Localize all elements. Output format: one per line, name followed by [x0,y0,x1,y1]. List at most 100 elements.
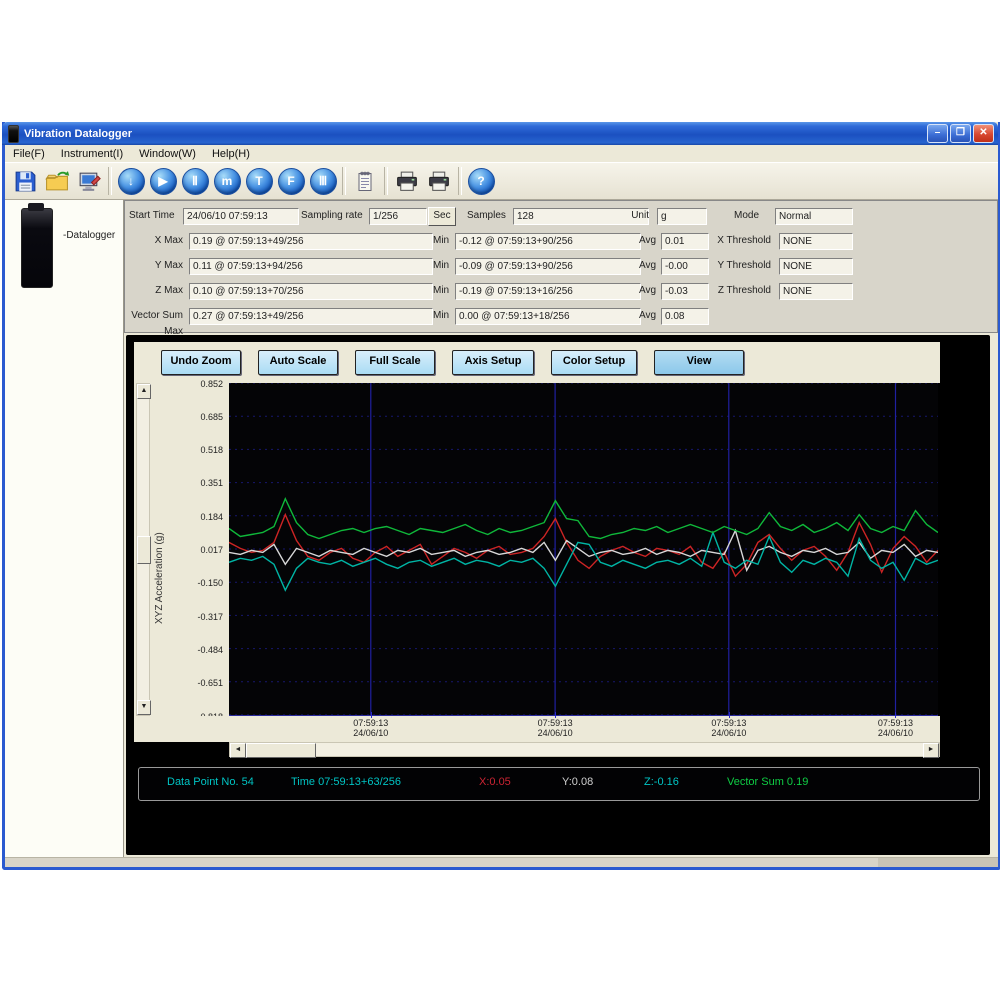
print-button[interactable] [391,165,423,197]
trace-x [229,515,938,577]
menu-item-window[interactable]: Window(W) [131,148,204,160]
horizontal-scrollbar[interactable]: ◄ ► [229,742,940,757]
min-field-0[interactable]: -0.12 @ 07:59:13+90/256 [455,233,641,250]
motion-mode-icon: m [214,168,241,195]
sidebar-item-datalogger[interactable]: -Datalogger [63,230,115,241]
sampling-rate-field[interactable]: 1/256 [369,208,427,225]
unit-field[interactable]: g [657,208,707,225]
threshold-field-0[interactable]: NONE [779,233,853,250]
min-field-3[interactable]: 0.00 @ 07:59:13+18/256 [455,308,641,325]
x-tick-mark [371,712,372,718]
chart-button-auto-scale[interactable]: Auto Scale [258,350,338,375]
menu-item-file[interactable]: File(F) [5,148,53,160]
y-tick-label: 0.685 [177,412,223,422]
max-field-3[interactable]: 0.27 @ 07:59:13+49/256 [189,308,433,325]
row-label-0: X Max [127,233,183,249]
maximize-button[interactable]: ❐ [950,124,971,143]
toolbar-separator [458,167,462,195]
y-tick-label: 0.852 [177,379,223,389]
horizontal-scroll-thumb[interactable] [246,743,316,758]
avg-field-1[interactable]: -0.00 [661,258,709,275]
cursor-z-value: Z:-0.16 [644,776,679,788]
help-button[interactable]: ? [465,165,497,197]
menu-item-instrument[interactable]: Instrument(I) [53,148,131,160]
avg-field-2[interactable]: -0.03 [661,283,709,300]
start-time-field[interactable]: 24/06/10 07:59:13 [183,208,299,225]
frequency-domain-button[interactable]: F [275,165,307,197]
mode-field[interactable]: Normal [775,208,853,225]
frequency-domain-icon: F [278,168,305,195]
x-axis-area: 07:59:1324/06/1007:59:1324/06/1007:59:13… [134,716,940,742]
menu-item-help[interactable]: Help(H) [204,148,258,160]
notes-icon [353,169,377,194]
print-preview-icon [426,169,452,194]
chart-button-color-setup[interactable]: Color Setup [551,350,637,375]
chart-button-full-scale[interactable]: Full Scale [355,350,435,375]
row-label-1: Y Max [127,258,183,274]
chart-button-undo-zoom[interactable]: Undo Zoom [161,350,241,375]
scroll-down-arrow-icon[interactable]: ▼ [137,700,151,715]
avg-label-1: Avg [639,258,656,274]
close-button[interactable]: ✕ [973,124,994,143]
plot-area[interactable] [229,383,938,716]
row-label-3: Vector Sum Max [127,308,183,324]
x-tick-mark [729,712,730,718]
window-title: Vibration Datalogger [24,128,132,140]
cursor-time: Time 07:59:13+63/256 [291,776,401,788]
instrument-setup-icon [77,169,102,194]
vertical-scroll-thumb[interactable] [137,536,151,564]
x-tick-mark [555,712,556,718]
instrument-setup-button[interactable] [73,165,105,197]
toolbar-separator [342,167,346,195]
min-field-1[interactable]: -0.09 @ 07:59:13+90/256 [455,258,641,275]
min-field-2[interactable]: -0.19 @ 07:59:13+16/256 [455,283,641,300]
minimize-button[interactable]: – [927,124,948,143]
pause-icon: Ⅱ [182,168,209,195]
download-data-button[interactable]: ↓ [115,165,147,197]
notes-button[interactable] [349,165,381,197]
print-preview-button[interactable] [423,165,455,197]
y-tick-label: 0.518 [177,445,223,455]
threshold-field-1[interactable]: NONE [779,258,853,275]
open-file-icon [44,169,70,194]
vertical-scrollbar[interactable]: ▲ ▼ [136,383,150,716]
y-tick-label: -0.317 [177,612,223,622]
y-tick-label: -0.651 [177,678,223,688]
open-file-button[interactable] [41,165,73,197]
threshold-label-2: Z Threshold [707,283,771,299]
realtime-mode-button[interactable]: Ⅲ [307,165,339,197]
chart-button-view[interactable]: View [654,350,744,375]
sampling-unit-button[interactable]: Sec [428,207,456,226]
save-button[interactable] [9,165,41,197]
save-icon [13,169,38,194]
chart-panel: Undo Zoom Auto Scale Full Scale Axis Setup C… [126,335,990,855]
scroll-right-arrow-icon[interactable]: ► [923,743,939,758]
play-button[interactable]: ▶ [147,165,179,197]
title-bar: Vibration Datalogger –❐✕ [2,122,998,145]
cursor-y-value: Y:0.08 [562,776,593,788]
avg-field-3[interactable]: 0.08 [661,308,709,325]
toolbar-separator [108,167,112,195]
max-field-2[interactable]: 0.10 @ 07:59:13+70/256 [189,283,433,300]
min-label-0: Min [433,233,449,249]
y-axis-title: XYZ Acceleration (g) [154,478,165,678]
avg-label-0: Avg [639,233,656,249]
scroll-left-arrow-icon[interactable]: ◄ [230,743,246,758]
motion-mode-button[interactable]: m [211,165,243,197]
scroll-up-arrow-icon[interactable]: ▲ [137,384,151,399]
toolbar-separator [384,167,388,195]
toolbar: ↓▶ⅡmTFⅢ? [5,162,998,200]
max-field-0[interactable]: 0.19 @ 07:59:13+49/256 [189,233,433,250]
window-status-strip [5,857,998,867]
pause-button[interactable]: Ⅱ [179,165,211,197]
avg-field-0[interactable]: 0.01 [661,233,709,250]
download-data-icon: ↓ [118,168,145,195]
time-domain-button[interactable]: T [243,165,275,197]
threshold-field-2[interactable]: NONE [779,283,853,300]
max-field-1[interactable]: 0.11 @ 07:59:13+94/256 [189,258,433,275]
unit-label: Unit [621,208,649,224]
y-tick-label: 0.017 [177,545,223,555]
play-icon: ▶ [150,168,177,195]
x-tick-label: 07:59:1324/06/10 [865,718,925,738]
chart-button-axis-setup[interactable]: Axis Setup [452,350,534,375]
